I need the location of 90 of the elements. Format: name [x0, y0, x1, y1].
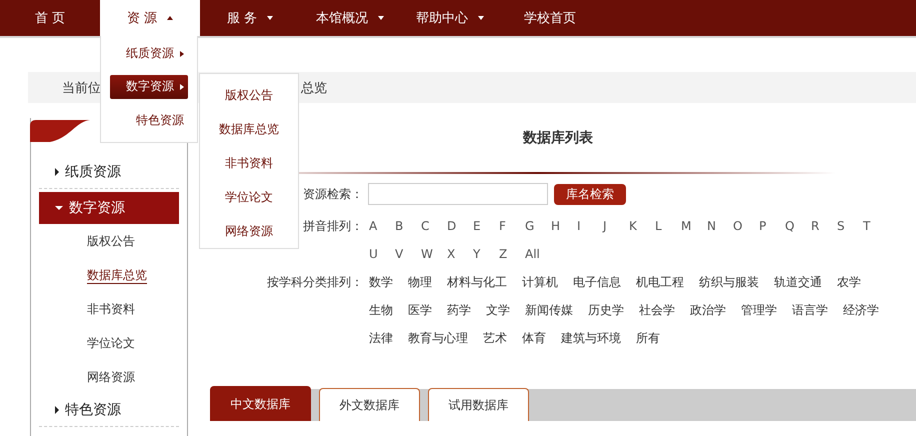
letter-link[interactable]: F — [499, 212, 525, 240]
letter-link[interactable]: G — [525, 212, 551, 240]
letter-link[interactable]: M — [681, 212, 707, 240]
nav-item[interactable]: 帮助中心 — [400, 0, 500, 36]
sidebar-item[interactable]: 数字资源 — [39, 192, 179, 224]
nav-item[interactable]: 学校首页 — [500, 0, 600, 36]
letter-link[interactable]: J — [603, 212, 629, 240]
submenu-item[interactable]: 数据库总览 — [219, 112, 279, 147]
subject-link[interactable]: 纺织与服装 — [699, 268, 759, 296]
subject-link[interactable]: 历史学 — [588, 296, 624, 324]
subject-link[interactable]: 数学 — [369, 268, 393, 296]
letter-link[interactable]: H — [551, 212, 577, 240]
letter-link[interactable]: Q — [785, 212, 811, 240]
dropdown-item[interactable]: 数字资源 — [110, 75, 188, 99]
subject-link[interactable]: 电子信息 — [573, 268, 621, 296]
letter-link[interactable]: S — [837, 212, 863, 240]
letter-link[interactable]: R — [811, 212, 837, 240]
dropdown-item[interactable]: 纸质资源 — [110, 42, 188, 66]
letter-link[interactable]: P — [759, 212, 785, 240]
nav-item[interactable]: 本馆概况 — [300, 0, 400, 36]
letter-link[interactable]: A — [369, 212, 395, 240]
letter-link[interactable]: All — [525, 240, 551, 268]
subject-link[interactable]: 管理学 — [741, 296, 777, 324]
subject-link[interactable]: 新闻传媒 — [525, 296, 573, 324]
sidebar-tab-drawing — [30, 118, 91, 143]
subject-link[interactable]: 材料与化工 — [447, 268, 507, 296]
nav-item[interactable]: 首 页 — [0, 0, 100, 36]
subject-link[interactable]: 经济学 — [843, 296, 879, 324]
caret-icon — [55, 406, 59, 414]
letter-link[interactable]: Y — [473, 240, 499, 268]
search-field[interactable] — [368, 183, 548, 205]
search-button[interactable]: 库名检索 — [554, 184, 626, 204]
sidebar-subitem[interactable]: 数据库总览 — [39, 258, 179, 292]
subject-link[interactable]: 机电工程 — [636, 268, 684, 296]
letter-link[interactable]: E — [473, 212, 499, 240]
breadcrumb-text: 当前位 — [62, 80, 101, 96]
subject-link[interactable]: 政治学 — [690, 296, 726, 324]
subject-link[interactable]: 药学 — [447, 296, 471, 324]
subject-link[interactable]: 医学 — [408, 296, 432, 324]
subject-link[interactable]: 物理 — [408, 268, 432, 296]
subject-link[interactable]: 社会学 — [639, 296, 675, 324]
letter-link[interactable]: L — [655, 212, 681, 240]
caret-icon — [55, 206, 63, 210]
subject-link[interactable]: 建筑与环境 — [561, 324, 621, 352]
subject-link[interactable]: 生物 — [369, 296, 393, 324]
letter-link[interactable]: C — [421, 212, 447, 240]
tab[interactable]: 外文数据库 — [319, 388, 420, 421]
subject-link[interactable]: 文学 — [486, 296, 510, 324]
subject-link[interactable]: 轨道交通 — [774, 268, 822, 296]
letter-link[interactable]: X — [447, 240, 473, 268]
submenu-item[interactable]: 网络资源 — [225, 214, 273, 248]
subject-link[interactable]: 体育 — [522, 324, 546, 352]
subject-link[interactable]: 计算机 — [522, 268, 558, 296]
submenu-item[interactable]: 版权公告 — [225, 79, 273, 113]
nav-item[interactable]: 资 源 — [100, 0, 200, 36]
page-title: 数据库列表 — [523, 128, 593, 148]
field-label: 拼音排列： — [303, 218, 363, 235]
nav-item[interactable]: 服 务 — [200, 0, 300, 36]
tab[interactable]: 中文数据库 — [210, 386, 311, 421]
breadcrumb-text: 总览 — [301, 80, 327, 96]
letter-link[interactable]: K — [629, 212, 655, 240]
subject-link[interactable]: 所有 — [636, 324, 660, 352]
field-label: 按学科分类排列： — [267, 274, 363, 291]
letter-link[interactable]: O — [733, 212, 759, 240]
letter-link[interactable]: V — [395, 240, 421, 268]
field-label: 资源检索： — [303, 186, 363, 203]
sidebar-subitem[interactable]: 学位论文 — [39, 326, 179, 360]
letter-link[interactable]: B — [395, 212, 421, 240]
sidebar-subitem[interactable]: 版权公告 — [39, 224, 179, 258]
subject-link[interactable]: 教育与心理 — [408, 324, 468, 352]
sidebar-subitem[interactable]: 非书资料 — [39, 292, 179, 326]
letter-link[interactable]: N — [707, 212, 733, 240]
subject-link[interactable]: 语言学 — [792, 296, 828, 324]
subject-link[interactable]: 法律 — [369, 324, 393, 352]
letter-link[interactable]: D — [447, 212, 473, 240]
submenu-item[interactable]: 学位论文 — [225, 180, 273, 214]
sidebar-item[interactable]: 特色资源 — [39, 394, 179, 427]
letter-link[interactable]: I — [577, 212, 603, 240]
sidebar-item[interactable]: 纸质资源 — [39, 156, 179, 189]
tab[interactable]: 试用数据库 — [428, 388, 529, 421]
submenu-item[interactable]: 非书资料 — [225, 146, 273, 180]
subject-link[interactable]: 艺术 — [483, 324, 507, 352]
letter-link[interactable]: U — [369, 240, 395, 268]
dropdown-item[interactable]: 特色资源 — [110, 108, 188, 132]
caret-icon — [55, 168, 59, 176]
letter-link[interactable]: Z — [499, 240, 525, 268]
letter-link[interactable]: T — [863, 212, 889, 240]
sidebar-subitem[interactable]: 网络资源 — [39, 360, 179, 394]
subject-link[interactable]: 农学 — [837, 268, 861, 296]
letter-link[interactable]: W — [421, 240, 447, 268]
